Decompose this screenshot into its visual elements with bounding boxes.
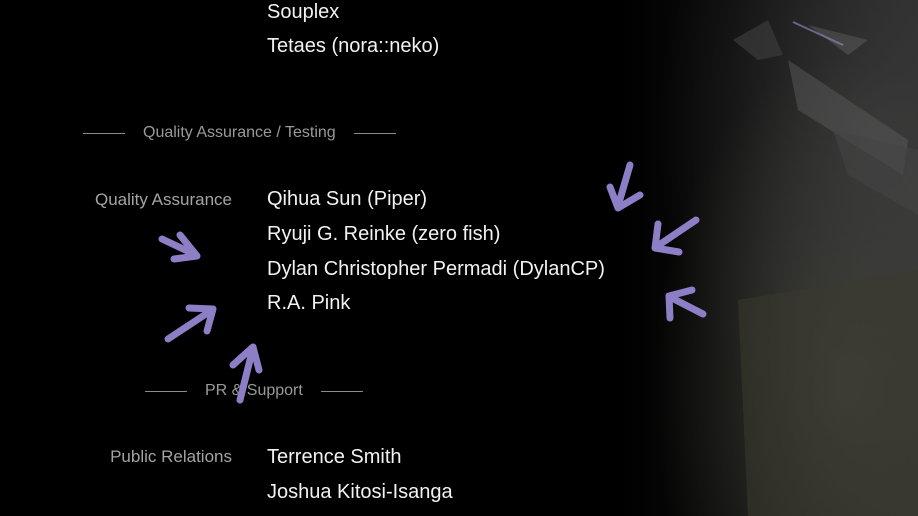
role-label-qa: Quality Assurance <box>94 190 232 209</box>
credit-name-souplex: Souplex <box>267 1 340 23</box>
section-header-pr: PR & Support <box>145 382 363 400</box>
arrow-annotation-icon <box>164 304 217 343</box>
arrow-annotation-icon <box>158 231 201 263</box>
credit-name-joshua: Joshua Kitosi-Isanga <box>267 481 453 503</box>
credit-name-ryuji: Ryuji G. Reinke (zero fish) <box>267 223 501 245</box>
header-rule-left <box>145 390 187 392</box>
background-artwork <box>618 0 918 516</box>
role-label-pr: Public Relations <box>110 447 232 466</box>
header-rule-left <box>83 132 125 134</box>
section-header-qa: Quality Assurance / Testing <box>83 124 396 142</box>
artwork-shapes <box>733 20 918 516</box>
credit-name-terrence: Terrence Smith <box>267 446 402 468</box>
credit-name-qihua: Qihua Sun (Piper) <box>267 188 428 210</box>
credit-name-dylan: Dylan Christopher Permadi (DylanCP) <box>267 258 605 280</box>
credit-name-rapink: R.A. Pink <box>267 292 351 314</box>
section-header-title: PR & Support <box>205 382 303 399</box>
section-header-title: Quality Assurance / Testing <box>143 124 336 141</box>
header-rule-right <box>320 390 363 392</box>
credit-name-tetaes: Tetaes (nora::neko) <box>267 35 440 57</box>
header-rule-right <box>353 132 396 134</box>
